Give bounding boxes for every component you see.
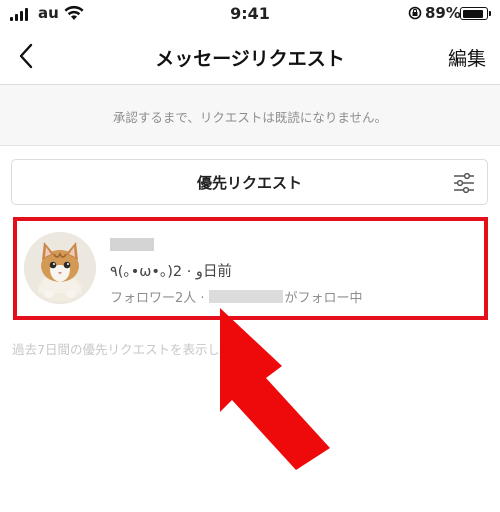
edit-button[interactable]: 編集 [448, 44, 486, 71]
battery-icon [460, 7, 491, 20]
page-title: メッセージリクエスト [155, 48, 345, 70]
kitten-avatar-image [24, 232, 96, 304]
message-preview: ٩(｡•ω•｡)و · 2日前 [110, 260, 232, 281]
red-arrow-icon [220, 308, 330, 470]
priority-requests-button[interactable]: 優先リクエスト [11, 159, 488, 205]
status-bar: au 9:41 89% [0, 0, 500, 30]
sliders-icon[interactable] [453, 172, 475, 194]
info-text: 承認するまで、リクエストは既読になりません。 [112, 110, 388, 125]
avatar [24, 232, 96, 304]
battery-percent: 89% [425, 4, 461, 22]
rotation-lock-icon [408, 6, 422, 20]
blurred-username [110, 238, 154, 251]
info-banner: 承認するまで、リクエストは既読になりません。 [0, 85, 500, 146]
priority-requests-label: 優先リクエスト [196, 174, 302, 192]
follower-count: フォロワー2人 · [110, 291, 205, 306]
time-ago: · 2日前 [172, 264, 232, 280]
nav-bar: メッセージリクエスト 編集 [0, 30, 500, 85]
